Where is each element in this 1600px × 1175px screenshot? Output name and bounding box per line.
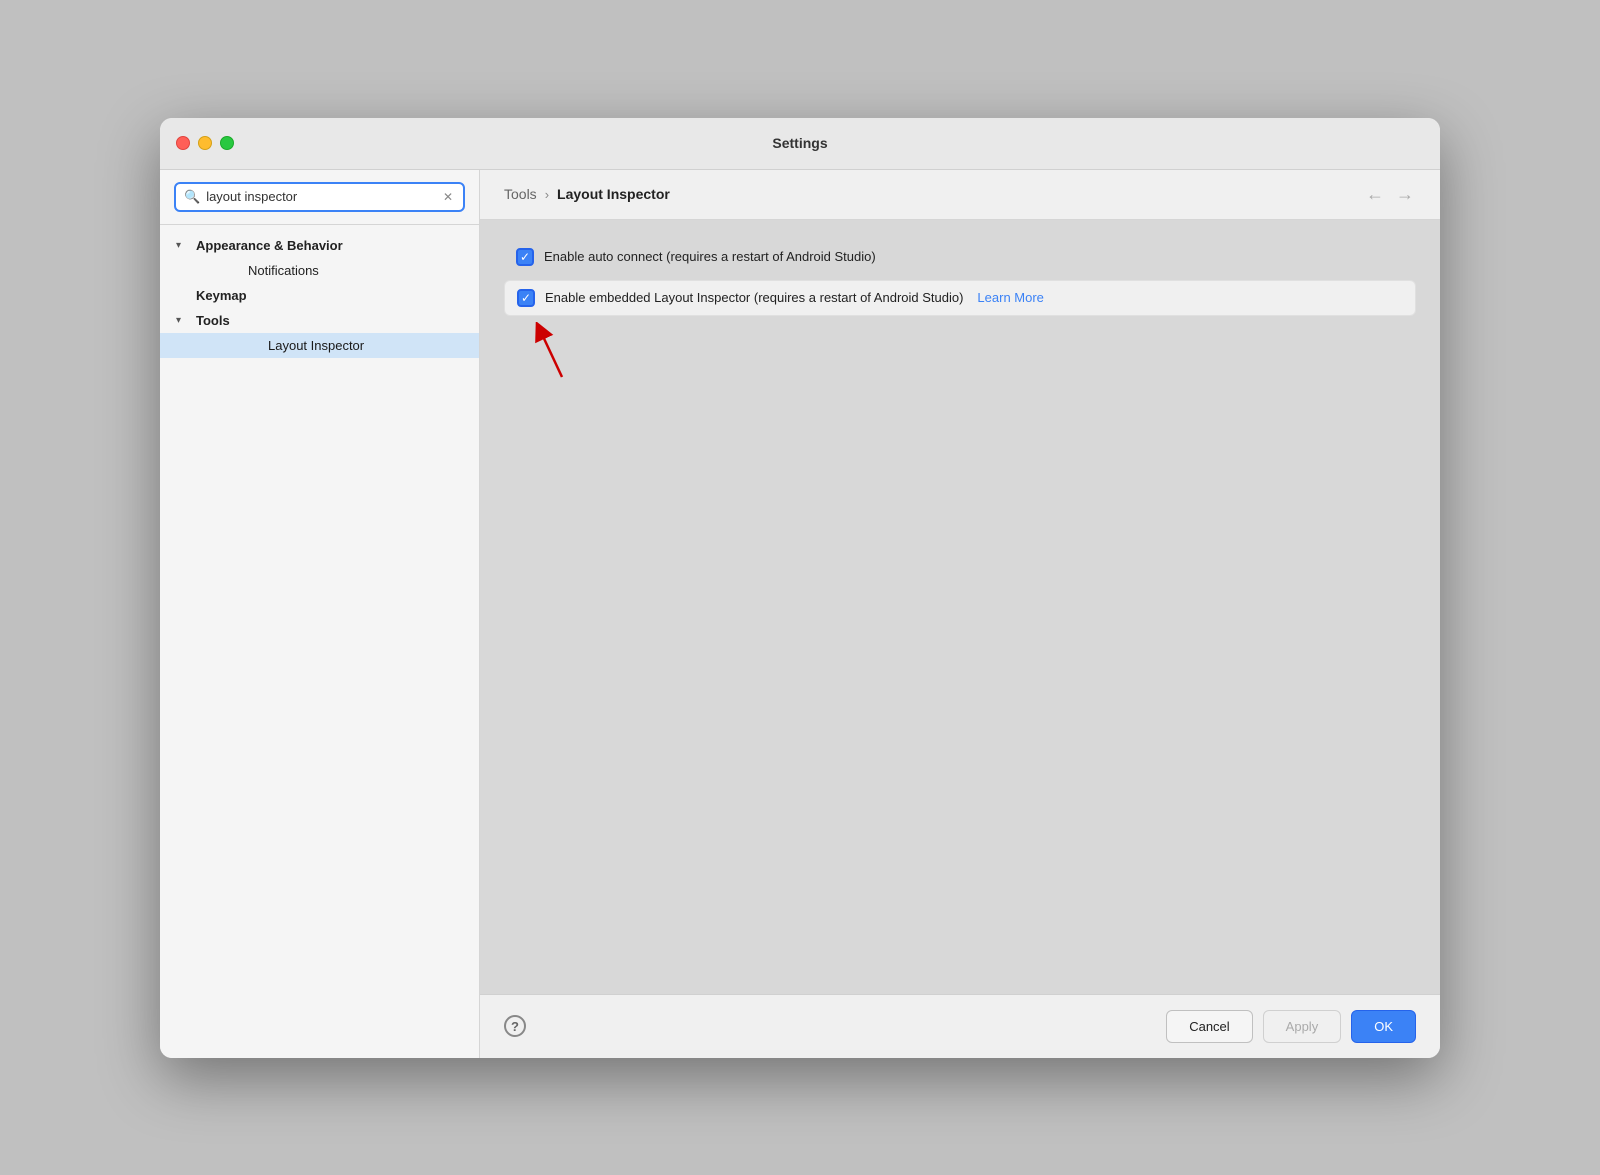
search-icon: 🔍 xyxy=(184,189,200,205)
option-row-embedded: ✓ Enable embedded Layout Inspector (requ… xyxy=(504,280,1416,316)
back-button[interactable]: ← xyxy=(1364,184,1386,205)
footer-buttons: Cancel Apply OK xyxy=(1166,1010,1416,1043)
breadcrumb-bar: Tools › Layout Inspector ← → xyxy=(480,170,1440,220)
forward-button[interactable]: → xyxy=(1394,184,1416,205)
checkmark-icon: ✓ xyxy=(520,251,530,263)
learn-more-link[interactable]: Learn More xyxy=(977,290,1043,305)
settings-panel: ✓ Enable auto connect (requires a restar… xyxy=(480,220,1440,994)
option-row-auto-connect: ✓ Enable auto connect (requires a restar… xyxy=(504,240,1416,274)
red-arrow-svg xyxy=(532,322,592,382)
auto-connect-label: Enable auto connect (requires a restart … xyxy=(544,249,876,264)
sidebar-item-label: Layout Inspector xyxy=(268,338,364,353)
sidebar-item-label: Keymap xyxy=(196,288,247,303)
sidebar-item-label: Appearance & Behavior xyxy=(196,238,343,253)
close-button[interactable] xyxy=(176,136,190,150)
checkmark-icon: ✓ xyxy=(521,292,531,304)
search-clear-button[interactable]: ✕ xyxy=(441,190,455,204)
search-bar: 🔍 ✕ xyxy=(160,170,479,225)
sidebar-item-notifications[interactable]: Notifications xyxy=(160,258,479,283)
breadcrumb-parent: Tools xyxy=(504,186,537,202)
settings-window: Settings 🔍 ✕ ▾ Appearance & Behavior xyxy=(160,118,1440,1058)
titlebar: Settings xyxy=(160,118,1440,170)
breadcrumb: Tools › Layout Inspector xyxy=(504,186,670,202)
window-title: Settings xyxy=(772,135,827,151)
chevron-down-icon: ▾ xyxy=(176,315,192,326)
traffic-lights xyxy=(176,136,234,150)
breadcrumb-current: Layout Inspector xyxy=(557,186,670,202)
sidebar-item-label: Notifications xyxy=(248,263,319,278)
sidebar-item-layout-inspector[interactable]: Layout Inspector xyxy=(160,333,479,358)
nav-arrows: ← → xyxy=(1364,184,1416,205)
auto-connect-checkbox[interactable]: ✓ xyxy=(516,248,534,266)
sidebar-item-keymap[interactable]: ▾ Keymap xyxy=(160,283,479,308)
sidebar: 🔍 ✕ ▾ Appearance & Behavior Notification… xyxy=(160,170,480,1058)
ok-button[interactable]: OK xyxy=(1351,1010,1416,1043)
footer: ? Cancel Apply OK xyxy=(480,994,1440,1058)
embedded-inspector-label: Enable embedded Layout Inspector (requir… xyxy=(545,290,963,305)
breadcrumb-separator: › xyxy=(545,187,549,202)
embedded-inspector-checkbox[interactable]: ✓ xyxy=(517,289,535,307)
search-input[interactable] xyxy=(206,189,435,204)
nav-tree: ▾ Appearance & Behavior Notifications ▾ … xyxy=(160,225,479,1058)
annotation-arrow xyxy=(532,322,1416,382)
chevron-down-icon: ▾ xyxy=(176,240,192,251)
zoom-button[interactable] xyxy=(220,136,234,150)
minimize-button[interactable] xyxy=(198,136,212,150)
window-body: 🔍 ✕ ▾ Appearance & Behavior Notification… xyxy=(160,170,1440,1058)
footer-left: ? xyxy=(504,1015,526,1037)
settings-options: ✓ Enable auto connect (requires a restar… xyxy=(504,240,1416,382)
help-icon-label: ? xyxy=(511,1019,519,1034)
sidebar-item-label: Tools xyxy=(196,313,230,328)
sidebar-item-tools[interactable]: ▾ Tools xyxy=(160,308,479,333)
apply-button[interactable]: Apply xyxy=(1263,1010,1342,1043)
help-button[interactable]: ? xyxy=(504,1015,526,1037)
sidebar-item-appearance-behavior[interactable]: ▾ Appearance & Behavior xyxy=(160,233,479,258)
search-input-wrapper: 🔍 ✕ xyxy=(174,182,465,212)
main-content: Tools › Layout Inspector ← → ✓ xyxy=(480,170,1440,1058)
cancel-button[interactable]: Cancel xyxy=(1166,1010,1252,1043)
